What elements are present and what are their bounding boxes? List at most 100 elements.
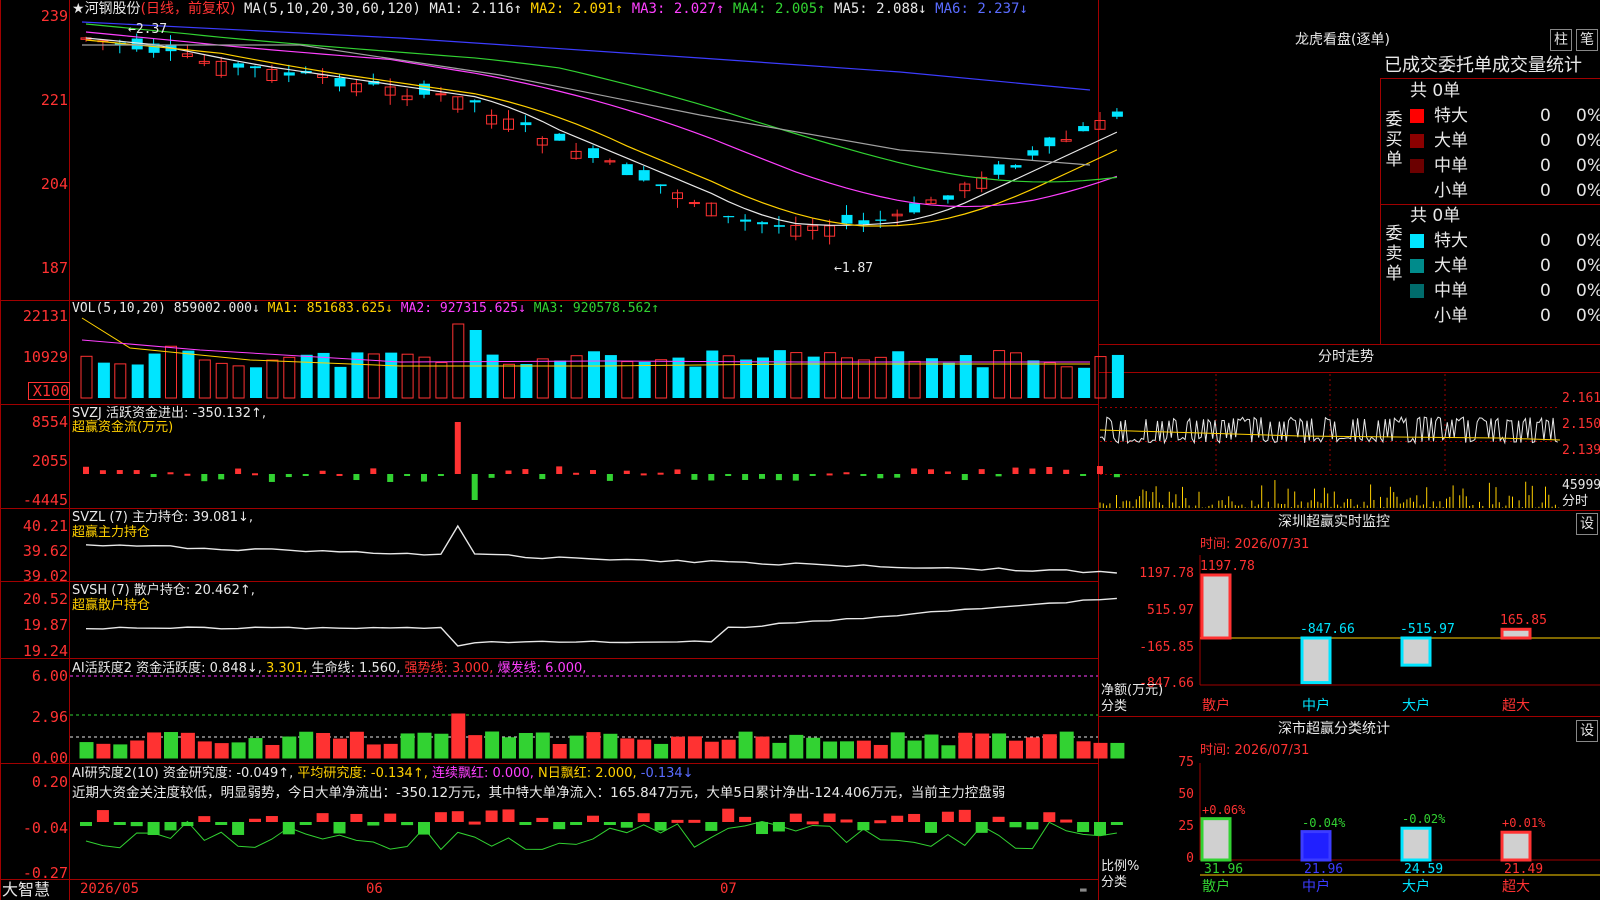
intraday-title: 分时走势	[1318, 349, 1374, 365]
svzl-axis-label: 39.02	[22, 567, 68, 585]
svzj-bar	[759, 474, 765, 479]
volume-bar	[689, 366, 702, 398]
ai2-bar	[536, 817, 549, 822]
ai1-bar	[1025, 737, 1040, 759]
intraday-vol-label: 分时	[1562, 494, 1589, 509]
row-name: 小单	[1434, 181, 1468, 201]
svzj-bar	[691, 474, 698, 480]
candle-down	[875, 219, 887, 221]
svzj-bar	[167, 472, 174, 475]
classify-bar-value: 21.49	[1504, 862, 1544, 877]
lock-icon[interactable]: ▬	[1080, 882, 1087, 897]
ai2-bar	[198, 816, 211, 822]
ai1-strong-line: 强势线: 3.000,	[404, 661, 494, 676]
ai1-bar	[299, 731, 314, 759]
ma3-value: MA3: 2.027↑	[631, 1, 725, 17]
svzj-bar	[116, 470, 123, 474]
volume-bar	[1060, 366, 1073, 399]
volume-bar	[385, 352, 398, 398]
svzj-axis-label: 2055	[31, 452, 68, 470]
ai1-bar	[704, 741, 719, 759]
tab-tick-view[interactable]: 笔	[1576, 29, 1598, 51]
classify-settings-button[interactable]: 设	[1576, 720, 1598, 742]
legend-swatch	[1410, 134, 1424, 148]
volume-bar	[452, 323, 465, 399]
sell-order-label: 委卖单	[1385, 224, 1403, 284]
monitor-bar-value: 165.85	[1500, 613, 1547, 629]
ai1-bar	[1059, 731, 1074, 759]
ai2-bar	[1110, 822, 1123, 825]
monitor-settings-button[interactable]: 设	[1576, 513, 1598, 535]
monitor-category-label: 超大	[1502, 698, 1530, 714]
volume-bar	[536, 358, 549, 399]
ai2-bar	[384, 813, 397, 822]
period-label[interactable]: (日线，前复权)	[141, 1, 236, 17]
stock-name[interactable]: 河钢股份	[85, 1, 141, 17]
ai1-lifeline: 生命线: 1.560,	[311, 661, 401, 676]
svzj-bar	[421, 474, 427, 482]
ai1-bar	[1076, 741, 1091, 759]
ai2-bar	[434, 812, 447, 822]
volume-bar	[114, 363, 127, 399]
candle-down	[993, 164, 1005, 175]
ai1-bar	[603, 733, 618, 759]
monitor-bar	[1500, 627, 1532, 640]
candle-down	[723, 216, 735, 218]
svsh-axis-label: 19.24	[22, 642, 68, 660]
svsh-subtitle: 超赢散户持仓	[72, 598, 151, 613]
ai1-bar	[316, 732, 331, 759]
volume-bar	[706, 350, 719, 398]
ai2-bar	[806, 821, 819, 825]
ai1-bar	[721, 739, 736, 759]
candle-down	[655, 184, 667, 187]
candle-down	[1010, 165, 1022, 168]
candle-down	[131, 38, 143, 50]
volume-bar	[148, 353, 161, 398]
svzj-bar	[1080, 474, 1087, 476]
ma2-line	[85, 39, 1118, 227]
buy-total: 共 0单	[1410, 81, 1461, 101]
volume-bar	[182, 350, 195, 398]
ai2-bar	[265, 816, 278, 822]
classify-bar	[1200, 817, 1232, 862]
ai1-bar	[417, 732, 432, 759]
buy-order-label: 委买单	[1385, 110, 1403, 170]
ai2-bar	[1060, 819, 1073, 823]
ai1-bar	[383, 743, 398, 759]
monitor-category-label: 散户	[1202, 698, 1230, 714]
svzj-bar	[454, 422, 461, 474]
legend-swatch	[1410, 234, 1424, 248]
ai1-bar	[265, 744, 280, 759]
svzj-bar	[370, 468, 377, 474]
favorite-star-icon[interactable]: ★	[72, 1, 85, 17]
classify-bar-value: 24.59	[1404, 862, 1444, 877]
ai2-bar	[587, 815, 599, 822]
tab-bar-view[interactable]: 柱	[1550, 29, 1572, 51]
row-count: 0	[1540, 256, 1551, 276]
candle-down	[233, 63, 245, 68]
monitor-axis-label: -165.85	[1139, 640, 1194, 655]
ai1-bar	[789, 734, 804, 759]
plot-layer	[70, 21, 1600, 876]
row-pct: 0%	[1576, 106, 1600, 126]
svzl-subtitle: 超赢主力持仓	[72, 525, 151, 540]
volume-bar	[672, 357, 685, 398]
svsh-axis-label: 20.52	[22, 590, 68, 608]
ma4-value: MA4: 2.005↑	[732, 1, 826, 17]
ai1-bar	[823, 741, 838, 759]
ai1-bar	[941, 745, 956, 759]
ai2-bar	[401, 822, 414, 826]
lhb-title: 龙虎看盘(逐单)	[1295, 32, 1390, 48]
svzj-bar	[488, 474, 495, 478]
svzj-bar	[674, 469, 681, 474]
classify-bar	[1300, 830, 1332, 862]
legend-swatch	[1410, 284, 1424, 298]
ai1-burst-line: 爆发线: 6.000,	[497, 661, 587, 676]
volume-bar	[570, 355, 583, 399]
candle-down	[909, 203, 921, 213]
row-name: 特大	[1434, 106, 1468, 126]
row-pct: 0%	[1576, 306, 1600, 326]
ai1-header: AI活跃度2 资金活跃度: 0.848↓, 3.301, 生命线: 1.560,…	[72, 661, 586, 676]
row-pct: 0%	[1576, 281, 1600, 301]
ai2-bar	[367, 822, 380, 826]
